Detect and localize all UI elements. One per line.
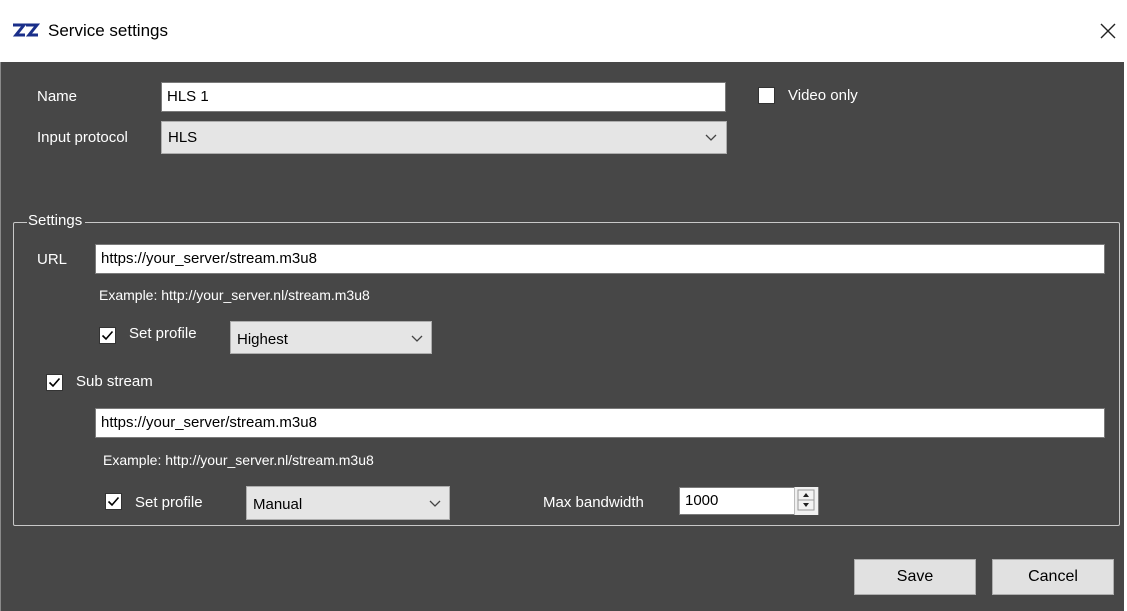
profile-select[interactable]: Highest: [230, 321, 432, 354]
sub-url-field[interactable]: https://your_server/stream.m3u8: [95, 408, 1105, 438]
input-protocol-select[interactable]: HLS: [161, 121, 727, 154]
chevron-down-icon: [705, 134, 717, 141]
sub-url-example-hint: Example: http://your_server.nl/stream.m3…: [103, 452, 374, 468]
input-protocol-label: Input protocol: [37, 129, 128, 146]
close-button[interactable]: [1093, 14, 1123, 48]
window-title: Service settings: [48, 21, 168, 40]
set-profile-label: Set profile: [129, 325, 197, 342]
name-field[interactable]: HLS 1: [161, 82, 726, 112]
checkmark-icon: [101, 330, 114, 341]
spin-arrows-icon: [797, 489, 815, 511]
max-bandwidth-label: Max bandwidth: [543, 494, 644, 511]
settings-group-title: Settings: [27, 212, 86, 229]
sub-set-profile-checkbox[interactable]: [105, 493, 122, 510]
profile-value: Highest: [237, 331, 288, 348]
chevron-down-icon: [429, 500, 441, 507]
checkmark-icon: [48, 377, 61, 388]
video-only-label: Video only: [788, 87, 858, 104]
close-icon: [1100, 23, 1116, 39]
save-button[interactable]: Save: [854, 559, 976, 595]
checkmark-icon: [107, 496, 120, 507]
sub-profile-value: Manual: [253, 496, 303, 513]
sub-set-profile-label: Set profile: [135, 494, 203, 511]
title-bar: Service settings: [0, 0, 1127, 62]
url-example-hint: Example: http://your_server.nl/stream.m3…: [99, 287, 370, 303]
input-protocol-value: HLS: [168, 129, 198, 146]
video-only-checkbox[interactable]: [758, 87, 775, 104]
set-profile-checkbox[interactable]: [99, 327, 116, 344]
url-label: URL: [37, 251, 68, 268]
url-field[interactable]: https://your_server/stream.m3u8: [95, 244, 1105, 274]
sub-stream-checkbox[interactable]: [46, 374, 63, 391]
chevron-down-icon: [411, 335, 423, 342]
sub-stream-label: Sub stream: [76, 373, 153, 390]
app-logo-icon: [12, 22, 40, 38]
max-bandwidth-spinner[interactable]: [794, 487, 818, 515]
sub-profile-select[interactable]: Manual: [246, 486, 450, 520]
cancel-button[interactable]: Cancel: [992, 559, 1114, 595]
name-label: Name: [37, 88, 78, 105]
